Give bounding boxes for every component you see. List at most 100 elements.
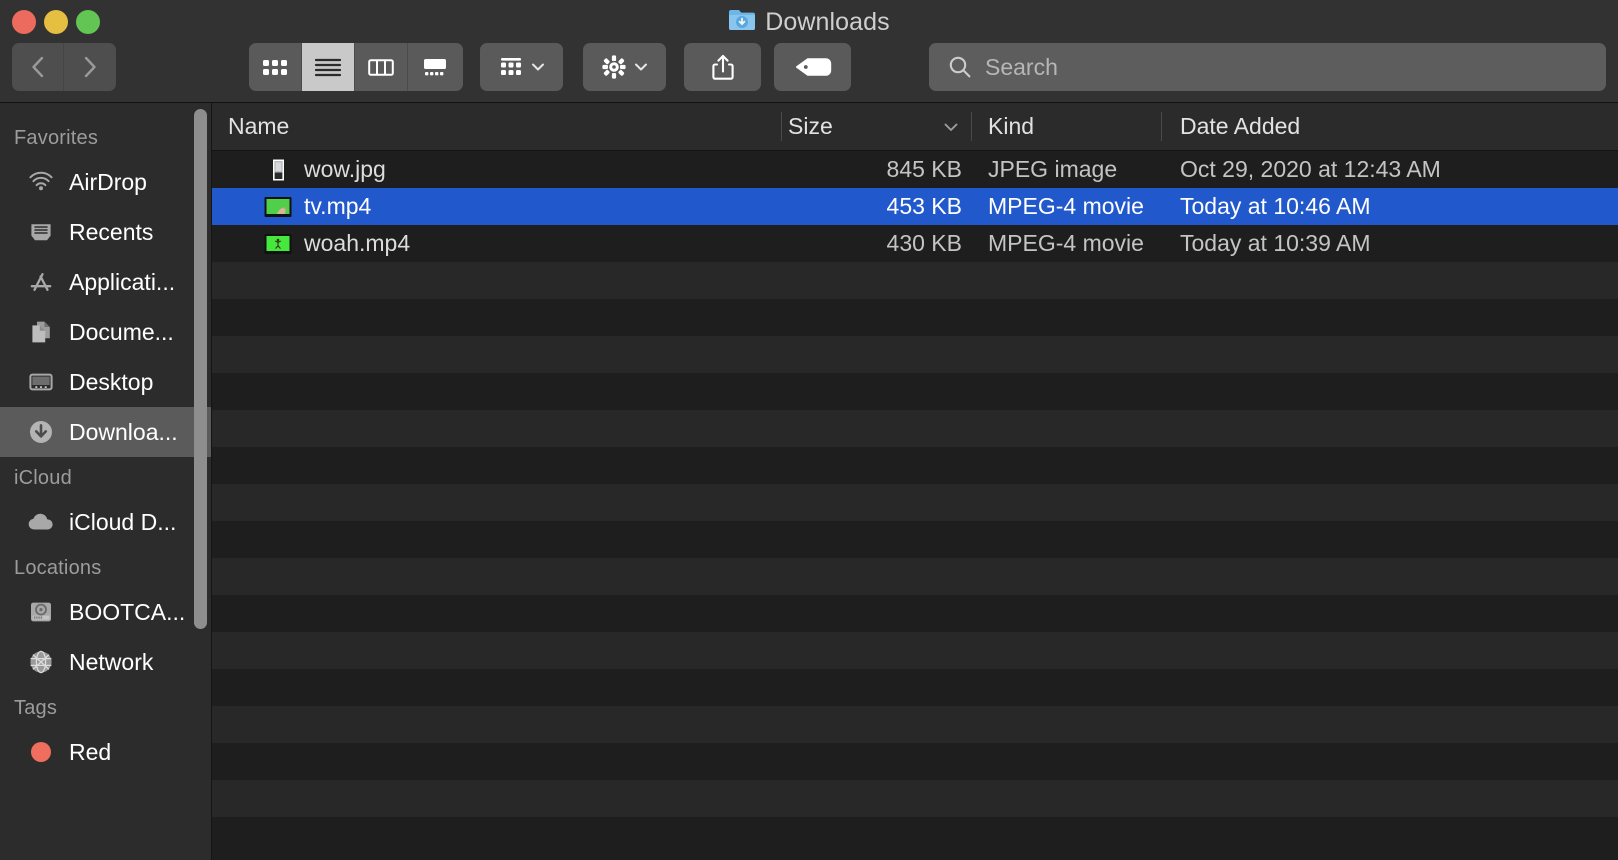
file-size: 430 KB xyxy=(886,230,962,256)
documents-icon xyxy=(26,317,56,347)
tags-button[interactable] xyxy=(774,43,851,91)
file-list-pane: Name Size Kind Date Added wow.jpg 845 KB… xyxy=(212,103,1618,860)
empty-row[interactable] xyxy=(212,521,1618,558)
icon-view-button[interactable] xyxy=(249,43,302,91)
sidebar-item-downloads[interactable]: Downloa... xyxy=(0,407,212,457)
back-button[interactable] xyxy=(12,43,64,91)
empty-row[interactable] xyxy=(212,373,1618,410)
column-header-date-added[interactable]: Date Added xyxy=(1162,103,1618,150)
file-name-cell: woah.mp4 xyxy=(212,230,782,257)
sidebar-item-airdrop[interactable]: AirDrop xyxy=(0,157,212,207)
action-menu-button[interactable] xyxy=(583,43,666,91)
chevron-down-icon xyxy=(531,63,544,71)
empty-row[interactable] xyxy=(212,410,1618,447)
sidebar-item-label: AirDrop xyxy=(69,168,147,195)
empty-row[interactable] xyxy=(212,595,1618,632)
sidebar-item-label: Downloa... xyxy=(69,418,178,445)
file-kind: JPEG image xyxy=(988,156,1118,182)
chevron-right-icon xyxy=(84,56,96,78)
sidebar-item-desktop[interactable]: Desktop xyxy=(0,357,212,407)
harddisk-icon xyxy=(26,597,56,627)
sidebar-item-label: BOOTCA... xyxy=(69,598,186,625)
sidebar-item-icloud-drive[interactable]: iCloud D... xyxy=(0,497,212,547)
column-header-label: Kind xyxy=(988,113,1035,139)
sidebar-item-label: Desktop xyxy=(69,368,154,395)
column-headers: Name Size Kind Date Added xyxy=(212,103,1618,151)
empty-row[interactable] xyxy=(212,558,1618,595)
minimize-window-button[interactable] xyxy=(44,10,68,34)
titlebar: Downloads Search xyxy=(0,0,1618,103)
gallery-icon xyxy=(423,59,446,76)
file-date-added: Today at 10:46 AM xyxy=(1180,193,1371,219)
sidebar-item-label: iCloud D... xyxy=(69,508,177,535)
sidebar-item-bootcamp[interactable]: BOOTCA... xyxy=(0,587,212,637)
chevron-left-icon xyxy=(31,56,43,78)
share-icon xyxy=(711,54,734,80)
sidebar-item-label: Docume... xyxy=(69,318,174,345)
search-field[interactable]: Search xyxy=(929,43,1606,91)
sidebar-heading-favorites: Favorites xyxy=(14,127,99,149)
list-view-button[interactable] xyxy=(302,43,355,91)
chevron-down-icon xyxy=(634,63,647,71)
empty-row[interactable] xyxy=(212,632,1618,669)
columns-icon xyxy=(368,59,394,76)
empty-row[interactable] xyxy=(212,669,1618,706)
sidebar-item-tag-red[interactable]: Red xyxy=(0,727,212,777)
close-window-button[interactable] xyxy=(12,10,36,34)
empty-row[interactable] xyxy=(212,262,1618,299)
column-header-label: Date Added xyxy=(1180,113,1301,139)
empty-row[interactable] xyxy=(212,780,1618,817)
desktop-icon xyxy=(26,367,56,397)
sidebar-item-recents[interactable]: Recents xyxy=(0,207,212,257)
red-tag-dot-icon xyxy=(26,737,56,767)
file-size: 453 KB xyxy=(886,193,962,219)
file-name: tv.mp4 xyxy=(304,193,372,219)
empty-row[interactable] xyxy=(212,336,1618,373)
sidebar-item-documents[interactable]: Docume... xyxy=(0,307,212,357)
maximize-window-button[interactable] xyxy=(76,10,100,34)
empty-row[interactable] xyxy=(212,817,1618,854)
file-name-cell: tv.mp4 xyxy=(212,193,782,220)
sidebar-scrollbar[interactable] xyxy=(194,109,207,629)
table-row[interactable]: wow.jpg 845 KB JPEG image Oct 29, 2020 a… xyxy=(212,151,1618,188)
share-button[interactable] xyxy=(684,43,761,91)
table-row[interactable]: woah.mp4 430 KB MPEG-4 movie Today at 10… xyxy=(212,225,1618,262)
column-header-size[interactable]: Size xyxy=(782,103,972,150)
file-date-added: Oct 29, 2020 at 12:43 AM xyxy=(1180,156,1441,182)
sidebar-heading-locations: Locations xyxy=(14,557,102,579)
traffic-light-controls xyxy=(12,10,100,34)
file-name: woah.mp4 xyxy=(304,230,411,256)
network-globe-icon xyxy=(26,647,56,677)
finder-window: Downloads Search Favorites AirDrop Recen… xyxy=(0,0,1618,860)
sidebar-heading-icloud: iCloud xyxy=(14,467,72,489)
table-row[interactable]: tv.mp4 453 KB MPEG-4 movie Today at 10:4… xyxy=(212,188,1618,225)
forward-button[interactable] xyxy=(64,43,116,91)
view-mode-segmented-control xyxy=(249,43,463,91)
sidebar-item-network[interactable]: Network xyxy=(0,637,212,687)
empty-row[interactable] xyxy=(212,484,1618,521)
empty-row[interactable] xyxy=(212,706,1618,743)
tag-icon xyxy=(795,58,831,76)
list-icon xyxy=(314,58,342,77)
column-view-button[interactable] xyxy=(355,43,408,91)
sidebar-item-applications[interactable]: Applicati... xyxy=(0,257,212,307)
empty-row[interactable] xyxy=(212,447,1618,484)
file-kind: MPEG-4 movie xyxy=(988,230,1144,256)
gear-icon xyxy=(601,55,626,79)
empty-row[interactable] xyxy=(212,299,1618,336)
file-kind: MPEG-4 movie xyxy=(988,193,1144,219)
sidebar-item-label: Red xyxy=(69,738,112,765)
group-by-button[interactable] xyxy=(480,43,563,91)
window-body: Favorites AirDrop Recents Applicati... D… xyxy=(0,103,1618,860)
empty-row[interactable] xyxy=(212,743,1618,780)
sidebar-item-label: Network xyxy=(69,648,154,675)
applications-icon xyxy=(26,267,56,297)
column-header-name[interactable]: Name xyxy=(212,103,782,150)
cloud-icon xyxy=(26,507,56,537)
gallery-view-button[interactable] xyxy=(408,43,461,91)
file-size: 845 KB xyxy=(886,156,962,182)
group-icon xyxy=(500,58,521,75)
downloads-icon xyxy=(26,417,56,447)
column-header-kind[interactable]: Kind xyxy=(972,103,1162,150)
recents-icon xyxy=(26,217,56,247)
